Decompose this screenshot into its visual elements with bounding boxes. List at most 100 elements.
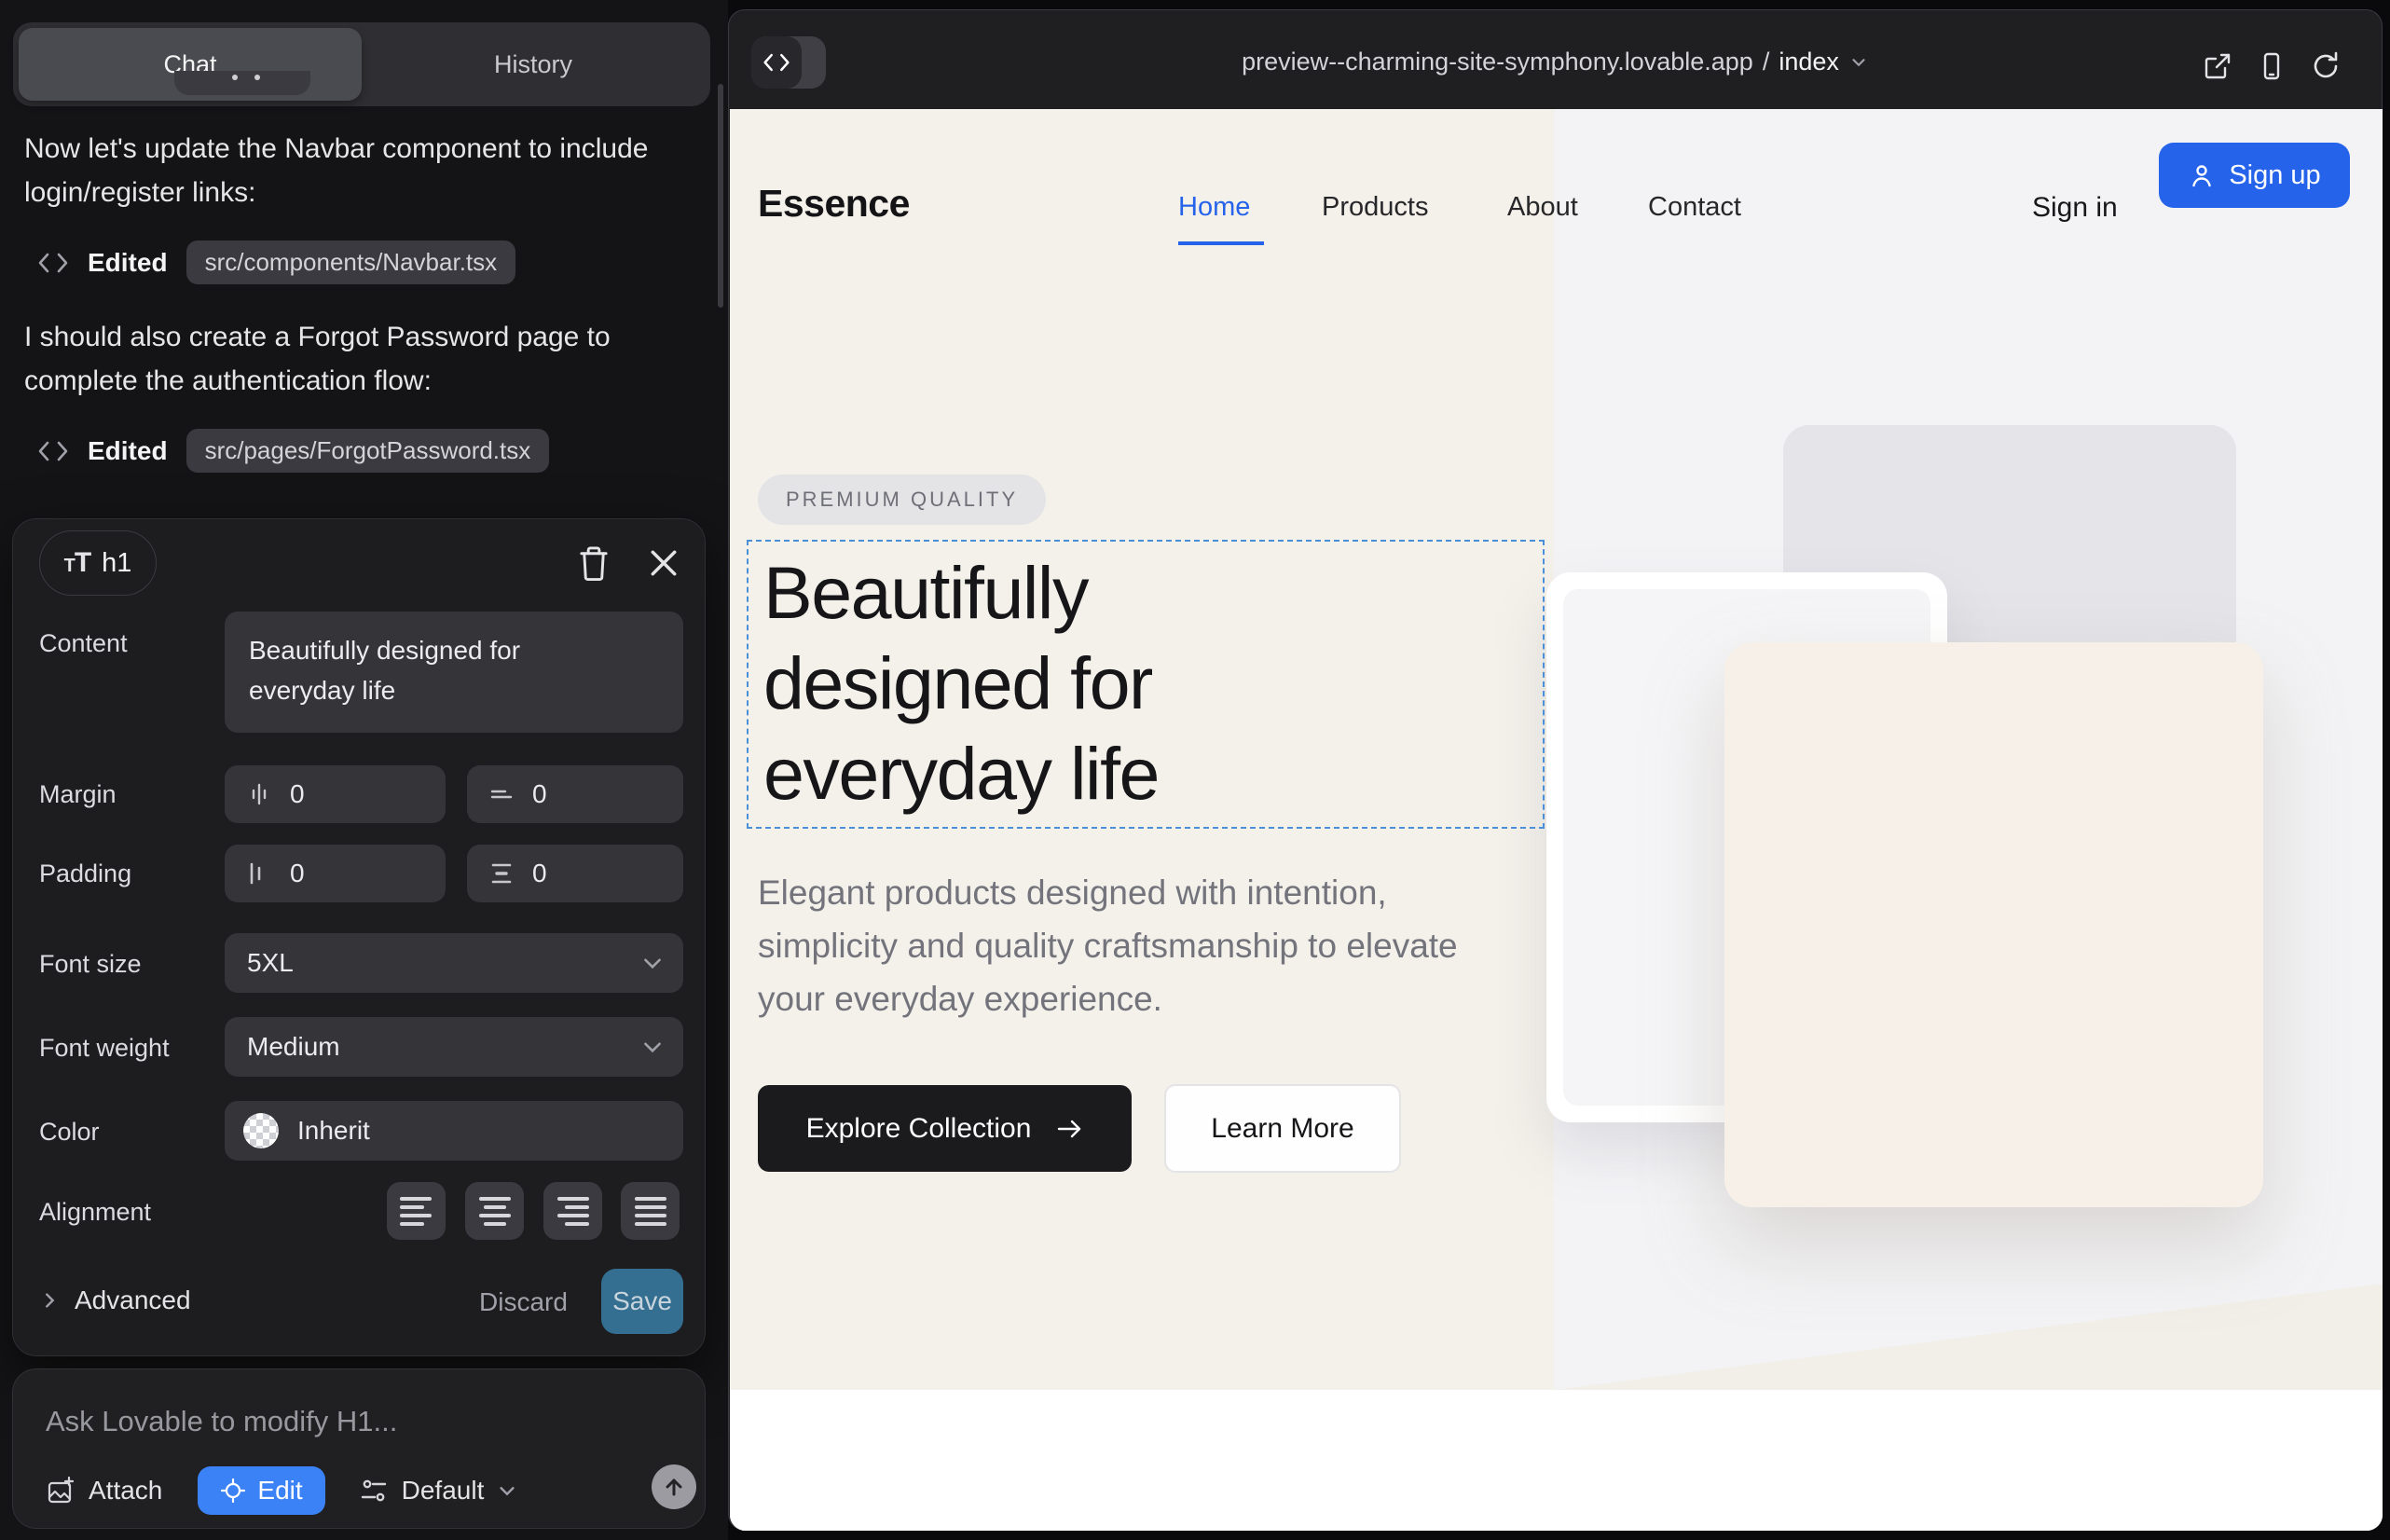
chevron-right-icon [39, 1290, 60, 1311]
site-preview-page: Essence Home Products About Contact Sign… [730, 109, 2383, 1531]
nav-contact[interactable]: Contact [1648, 192, 1741, 223]
hero-description: Elegant products designed with intention… [758, 866, 1504, 1025]
font-weight-select[interactable]: Medium [225, 1017, 683, 1077]
align-right-button[interactable] [543, 1182, 602, 1240]
url-separator: / [1763, 48, 1770, 76]
edited-file-row[interactable]: Edited src/pages/ForgotPassword.tsx [37, 429, 549, 473]
font-weight-value: Medium [247, 1032, 340, 1062]
padding-vertical-icon [488, 859, 515, 887]
nav-products[interactable]: Products [1322, 192, 1428, 223]
content-input[interactable]: Beautifully designed for everyday life [225, 612, 683, 733]
margin-y-input[interactable]: 0 [467, 765, 683, 823]
signin-link[interactable]: Sign in [2032, 192, 2118, 224]
composer-placeholder[interactable]: Ask Lovable to modify H1... [46, 1405, 397, 1438]
element-selection-outline[interactable]: Beautifully designed for everyday life [747, 540, 1545, 829]
typography-icon: TT [64, 547, 91, 579]
margin-x-value: 0 [290, 779, 305, 809]
padding-y-value: 0 [532, 859, 547, 888]
sidebar-tab-bar: Chat History [13, 22, 710, 106]
nav-home[interactable]: Home [1178, 192, 1250, 223]
refresh-icon[interactable] [2311, 51, 2341, 81]
target-icon [220, 1478, 246, 1504]
primary-cta-label: Explore Collection [806, 1113, 1032, 1145]
margin-x-input[interactable]: 0 [225, 765, 446, 823]
tab-history[interactable]: History [362, 28, 705, 101]
color-label: Color [39, 1118, 100, 1147]
sidebar-scrollbar[interactable] [718, 84, 723, 308]
margin-label: Margin [39, 780, 117, 809]
padding-horizontal-icon [245, 859, 273, 887]
close-panel-icon[interactable] [647, 545, 680, 581]
user-icon [2188, 161, 2216, 189]
font-size-label: Font size [39, 950, 142, 979]
assistant-message: I should also create a Forgot Password p… [24, 315, 691, 403]
nav-home-underline [1178, 241, 1264, 245]
margin-horizontal-icon [245, 780, 273, 808]
open-external-icon[interactable] [2203, 51, 2232, 81]
save-button[interactable]: Save [601, 1269, 683, 1334]
edit-mode-button[interactable]: Edit [198, 1466, 324, 1515]
code-icon [37, 251, 69, 275]
chevron-down-icon [497, 1480, 517, 1501]
preview-url: preview--charming-site-symphony.lovable.… [1242, 48, 1753, 76]
align-justify-button[interactable] [621, 1182, 680, 1240]
edited-file-chip[interactable]: src/pages/ForgotPassword.tsx [186, 429, 550, 473]
assistant-message: Now let's update the Navbar component to… [24, 127, 691, 214]
chevron-down-icon [1848, 52, 1869, 73]
color-select[interactable]: Inherit [225, 1101, 683, 1161]
margin-vertical-icon [488, 780, 515, 808]
padding-y-input[interactable]: 0 [467, 845, 683, 902]
edited-file-row[interactable]: Edited src/components/Navbar.tsx [37, 241, 515, 284]
chat-sidebar: Chat History Now let's update the Navbar… [0, 0, 728, 1540]
content-value: Beautifully designed for everyday life [249, 630, 622, 710]
chat-composer[interactable]: Ask Lovable to modify H1... Attach Edit … [12, 1368, 706, 1529]
element-tag: h1 [102, 548, 131, 579]
element-editor-panel: TT h1 Content Beautifully designed for e… [12, 518, 706, 1356]
selected-element-chip[interactable]: TT h1 [39, 530, 157, 596]
code-icon [37, 439, 69, 463]
content-label: Content [39, 629, 128, 658]
edited-file-chip[interactable]: src/components/Navbar.tsx [186, 241, 516, 284]
signup-button[interactable]: Sign up [2159, 143, 2350, 208]
arrow-up-icon [663, 1476, 685, 1498]
padding-x-input[interactable]: 0 [225, 845, 446, 902]
font-weight-label: Font weight [39, 1034, 170, 1063]
next-section-background [730, 1390, 2383, 1531]
attach-label: Attach [89, 1476, 162, 1506]
mobile-view-icon[interactable] [2257, 51, 2287, 81]
hero-badge: PREMIUM QUALITY [758, 474, 1046, 525]
learn-more-button[interactable]: Learn More [1164, 1084, 1401, 1173]
align-left-button[interactable] [387, 1182, 446, 1240]
transparent-swatch-icon [243, 1113, 279, 1148]
edited-label: Edited [88, 248, 168, 278]
preview-window: preview--charming-site-symphony.lovable.… [728, 9, 2383, 1531]
font-size-value: 5XL [247, 948, 294, 978]
mode-label: Default [402, 1476, 485, 1506]
send-button[interactable] [652, 1464, 696, 1509]
chevron-down-icon [640, 1035, 665, 1059]
mode-selector[interactable]: Default [359, 1476, 518, 1506]
margin-y-value: 0 [532, 779, 547, 809]
nav-about[interactable]: About [1507, 192, 1578, 223]
site-logo[interactable]: Essence [758, 182, 910, 226]
explore-collection-button[interactable]: Explore Collection [758, 1085, 1132, 1172]
scrolled-chip-fragment [174, 71, 310, 95]
delete-element-icon[interactable] [577, 545, 611, 581]
advanced-toggle[interactable]: Advanced [39, 1286, 191, 1315]
hero-heading[interactable]: Beautifully designed for everyday life [763, 547, 1379, 818]
discard-button[interactable]: Discard [479, 1287, 568, 1317]
font-size-select[interactable]: 5XL [225, 933, 683, 993]
align-center-button[interactable] [465, 1182, 524, 1240]
attach-image-icon [46, 1476, 76, 1506]
alignment-label: Alignment [39, 1198, 151, 1227]
decorative-card-cream [1724, 642, 2263, 1207]
color-value: Inherit [297, 1116, 370, 1146]
advanced-label: Advanced [75, 1286, 191, 1315]
attach-button[interactable]: Attach [46, 1476, 162, 1506]
chevron-down-icon [640, 951, 665, 975]
edit-label: Edit [257, 1476, 302, 1506]
route-name: index [1779, 48, 1839, 76]
arrow-right-icon [1055, 1115, 1083, 1143]
url-bar[interactable]: preview--charming-site-symphony.lovable.… [729, 48, 2382, 76]
sliders-icon [359, 1476, 389, 1506]
